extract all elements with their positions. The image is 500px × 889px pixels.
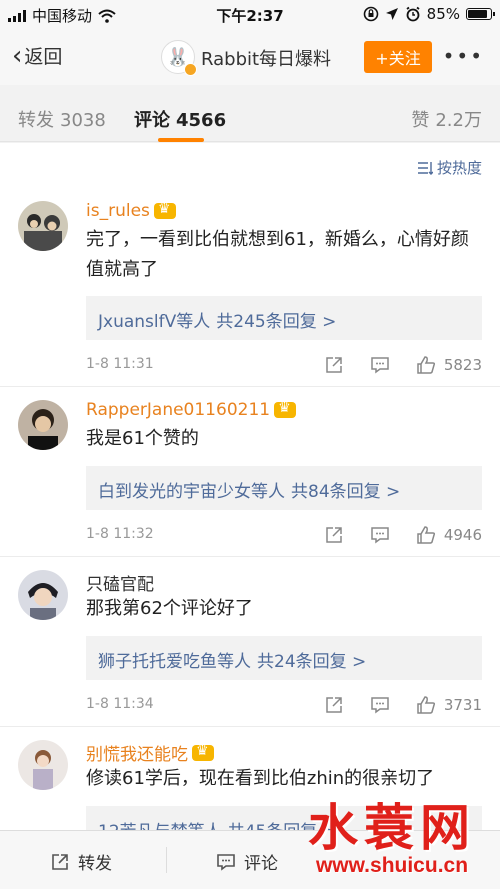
commenter-name[interactable]: 别慌我还能吃: [86, 740, 214, 765]
comment-meta: 1-8 11:31 5823: [86, 355, 482, 375]
sort-icon: [417, 161, 433, 175]
tab-repost-count: 3038: [60, 110, 106, 131]
comment-time: 1-8 11:34: [86, 696, 154, 712]
commenter-name[interactable]: is_rules: [86, 201, 176, 221]
commenter-avatar[interactable]: [18, 740, 68, 790]
comment-icon[interactable]: [370, 525, 390, 545]
chevron-left-icon: ‹: [12, 40, 23, 71]
comment-icon[interactable]: [370, 695, 390, 715]
vip-crown-icon: [153, 201, 176, 219]
nav-bar: ‹ 返回 🐰 Rabbit每日爆料 +关注 •••: [0, 30, 500, 85]
share-icon: [52, 853, 68, 870]
verified-badge-icon: [184, 63, 197, 76]
watermark: 水蓑网 www.shuicu.cn: [292, 800, 492, 878]
repost-label: 转发: [78, 854, 112, 874]
share-icon[interactable]: [324, 525, 344, 545]
commenter-avatar[interactable]: [18, 201, 68, 251]
wifi-icon: [98, 9, 116, 23]
sort-label: 按热度: [436, 159, 482, 177]
like-count: 4946: [443, 526, 482, 544]
comment-text: 那我第62个评论好了: [86, 598, 253, 619]
back-label: 返回: [24, 46, 63, 68]
active-tab-indicator: [158, 138, 204, 142]
comment-item[interactable]: RapperJane01160211 我是61个赞的 白到发光的宇宙少女等人共8…: [0, 400, 500, 557]
comment-text: 修读61学后，现在看到比伯zhin的很亲切了: [86, 768, 435, 789]
reply-summary[interactable]: JxuanslfV等人 共245条回复 >: [86, 296, 482, 340]
comment-item[interactable]: 只磕官配 那我第62个评论好了 狮子托托爱吃鱼等人 共24条回复 > 1-8 11…: [0, 570, 500, 727]
share-icon[interactable]: [324, 695, 344, 715]
divider: [166, 847, 167, 873]
comment-button[interactable]: 评论: [216, 849, 278, 874]
carrier-label: 中国移动: [32, 7, 93, 25]
like-icon[interactable]: [416, 695, 436, 715]
tab-comments-count: 4566: [176, 110, 227, 131]
tab-likes-label: 赞: [411, 110, 430, 131]
comment-meta: 1-8 11:34 3731: [86, 695, 482, 715]
comment-text: 我是61个赞的: [86, 428, 199, 449]
battery-icon: [466, 8, 495, 20]
comment-item[interactable]: is_rules 完了，一看到比伯就想到61，新婚么，心情好颜值就高了 Jxua…: [0, 201, 500, 387]
tab-likes-count: 2.2万: [435, 110, 482, 131]
watermark-text: 水蓑网: [308, 798, 476, 857]
tab-repost[interactable]: 转发 3038: [18, 106, 106, 132]
comment-time: 1-8 11:32: [86, 526, 154, 542]
commenter-avatar[interactable]: [18, 400, 68, 450]
more-options-button[interactable]: •••: [443, 44, 484, 68]
share-icon[interactable]: [324, 355, 344, 375]
sort-by-hot-button[interactable]: 按热度: [417, 157, 482, 178]
battery-percent: 85%: [426, 5, 460, 23]
vip-crown-icon: [274, 400, 297, 418]
like-count: 3731: [443, 696, 482, 714]
comment-icon: [217, 853, 235, 871]
comment-icon[interactable]: [370, 355, 390, 375]
tab-repost-label: 转发: [18, 110, 54, 131]
follow-button[interactable]: +关注: [364, 41, 432, 73]
account-avatar[interactable]: 🐰: [161, 40, 197, 76]
location-icon: [385, 8, 398, 20]
commenter-name[interactable]: 只磕官配: [86, 570, 154, 595]
account-name[interactable]: Rabbit每日爆料: [201, 45, 331, 71]
commenter-name[interactable]: RapperJane01160211: [86, 400, 297, 420]
like-icon[interactable]: [416, 525, 436, 545]
comment-text: 完了，一看到比伯就想到61，新婚么，心情好颜值就高了: [86, 229, 469, 280]
tab-bar: 转发 3038 评论 4566 赞 2.2万: [0, 86, 500, 142]
comment-time: 1-8 11:31: [86, 356, 154, 372]
tab-likes[interactable]: 赞 2.2万: [411, 106, 482, 132]
comment-list[interactable]: 按热度 is_rules 完了，一看到比伯就想到61，新婚么，心情好颜值就高了 …: [0, 143, 500, 830]
repost-button[interactable]: 转发: [50, 849, 112, 874]
rotation-lock-icon: [363, 6, 378, 22]
reply-summary[interactable]: 白到发光的宇宙少女等人 共84条回复 >: [86, 466, 482, 510]
tab-comments-label: 评论: [134, 110, 170, 131]
comment-label: 评论: [244, 854, 278, 874]
comment-meta: 1-8 11:32 4946: [86, 525, 482, 545]
like-icon[interactable]: [416, 355, 436, 375]
watermark-url: www.shuicu.cn: [315, 854, 469, 877]
reply-summary[interactable]: 狮子托托爱吃鱼等人 共24条回复 >: [86, 636, 482, 680]
like-count: 5823: [443, 356, 482, 374]
status-bar: 中国移动 下午2:37 85%: [0, 0, 500, 30]
commenter-avatar[interactable]: [18, 570, 68, 620]
vip-crown-icon: [192, 743, 214, 761]
alarm-icon: [406, 6, 420, 22]
signal-icon: [8, 9, 26, 22]
tab-comments[interactable]: 评论 4566: [134, 106, 226, 132]
back-button[interactable]: ‹ 返回: [12, 42, 62, 69]
